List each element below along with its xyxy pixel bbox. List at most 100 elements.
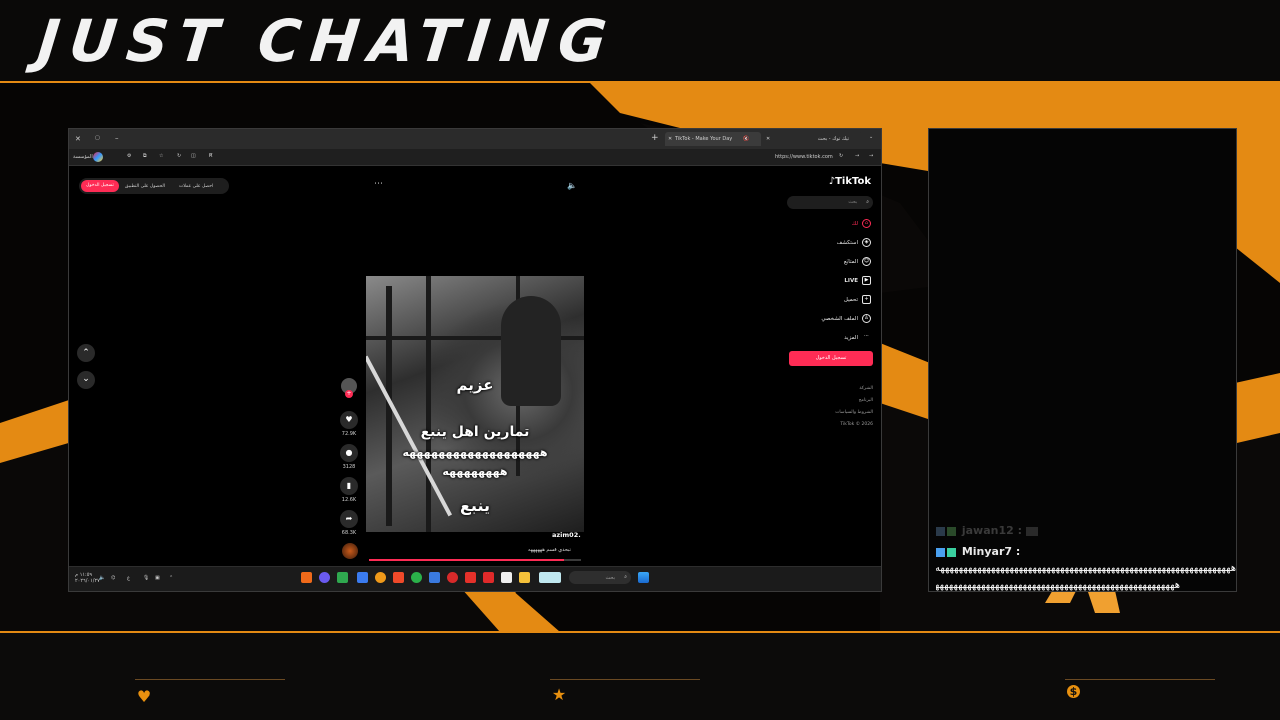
chrome-icon[interactable] (411, 572, 422, 583)
chat-message-text: هههههههههههههههههههههههههههههههههههههههه… (936, 563, 1236, 574)
bookmark-count: 12.6K (341, 497, 357, 503)
nav-upload[interactable]: تحميل + (844, 295, 871, 304)
app-icon[interactable] (375, 572, 386, 583)
tab-menu-icon[interactable]: ⌄ (869, 134, 873, 140)
tray-chevron-icon[interactable]: ⌃ (169, 575, 173, 581)
tab-label: TikTok - Make Your Day (675, 136, 733, 142)
home-icon: ⌂ (862, 219, 871, 228)
get-app-link[interactable]: الحصول على التطبيق (125, 184, 165, 189)
file-explorer-icon[interactable] (519, 572, 530, 583)
app-icon[interactable] (319, 572, 330, 583)
nav-following[interactable]: المتابَع ☺ (844, 257, 871, 266)
forward-icon[interactable]: → (855, 153, 859, 159)
more-options-icon[interactable]: ⋯ (374, 179, 383, 189)
profile-avatar[interactable] (93, 152, 103, 162)
taskbar-search-placeholder: بحث (605, 575, 615, 581)
url-field[interactable]: https://www.tiktok.com (775, 154, 833, 160)
volume-icon[interactable]: 🔈 (99, 575, 105, 581)
refresh-icon[interactable]: ↻ (177, 153, 181, 159)
bookmark-icon[interactable]: ▮ (340, 477, 358, 495)
taskbar-search[interactable]: ⌕ بحث (569, 571, 631, 584)
video-progress-track[interactable] (369, 559, 581, 561)
heart-icon[interactable]: ♥ (340, 411, 358, 429)
nav-explore[interactable]: استكشف ◈ (837, 238, 871, 247)
search-bar[interactable]: ⌕ بحث (787, 196, 873, 209)
login-button-top[interactable]: تسجيل الدخول (81, 180, 119, 192)
tab-tiktok-search[interactable]: ✕ تيك توك - بحث (763, 132, 863, 146)
tab-close-icon[interactable]: ✕ (668, 136, 672, 142)
footer-link-program[interactable]: البرنامج (859, 398, 873, 403)
tracking-icon[interactable]: ◫ (191, 153, 196, 159)
browser-tabbar: ✕ ▢ – + ✕ TikTok - Make Your Day 🔇 ✕ تيك… (69, 129, 881, 149)
video-author[interactable]: azim02. (552, 531, 581, 539)
get-coins-link[interactable]: احصل على عملات (179, 184, 213, 189)
weather-widget[interactable] (539, 572, 561, 583)
profile-label: المؤسسة (73, 154, 93, 160)
badge-icon (947, 526, 956, 536)
music-disc-icon[interactable] (342, 543, 358, 559)
comment-count: 3128 (342, 464, 356, 470)
volume-icon[interactable]: 🔈 (567, 181, 577, 190)
clock[interactable]: ١١:٥٩ م ٢٠٢٦/٠١/٢٧ (75, 572, 100, 584)
nav-profile[interactable]: الملف الشخصي ♙ (821, 314, 871, 323)
brave-icon[interactable] (301, 572, 312, 583)
new-tab-icon[interactable]: + (651, 133, 659, 143)
language-indicator[interactable]: ع (127, 575, 130, 581)
video-caption: ينبع (460, 496, 490, 515)
comment-icon[interactable]: ● (340, 444, 358, 462)
nav-label: LIVE (844, 277, 858, 284)
tray-app-icon[interactable]: ▣ (155, 575, 160, 581)
close-window-icon[interactable]: ✕ (75, 135, 81, 143)
login-button[interactable]: تسجيل الدخول (789, 351, 873, 366)
microphone-icon[interactable]: 🎙 (143, 575, 149, 581)
like-action[interactable]: ♥ 72.9K (339, 411, 359, 437)
nav-live[interactable]: LIVE ▶ (844, 276, 871, 285)
compass-icon: ◈ (862, 238, 871, 247)
search-placeholder: بحث (848, 200, 857, 205)
app-icon[interactable] (337, 572, 348, 583)
back-icon[interactable]: → (869, 153, 873, 159)
youtube-icon[interactable] (483, 572, 494, 583)
share-count: 68.3K (341, 530, 357, 536)
nav-more[interactable]: المزيد ⋯ (844, 333, 871, 342)
upload-icon: + (862, 295, 871, 304)
obs-icon[interactable] (447, 572, 458, 583)
mute-icon[interactable]: 🔇 (743, 136, 749, 142)
video-player[interactable]: عزيم تمارين اهل ينبع ههههههههههههههههههه… (366, 276, 584, 532)
read-aloud-icon[interactable]: Ꞧ (209, 153, 212, 159)
share-icon[interactable]: ➦ (340, 510, 358, 528)
nav-label: الملف الشخصي (821, 315, 858, 322)
tiktok-logo[interactable]: ♪TikTok (829, 176, 871, 187)
reload-icon[interactable]: ↻ (839, 153, 843, 159)
previous-video-button[interactable]: ⌃ (77, 344, 95, 362)
chat-message-faded: jawan12 : (936, 524, 1040, 537)
footer-rule (1065, 679, 1215, 680)
share-action[interactable]: ➦ 68.3K (339, 510, 359, 536)
app-icon[interactable] (465, 572, 476, 583)
network-icon[interactable]: ⌬ (111, 575, 115, 581)
tab-tiktok-home[interactable]: ✕ TikTok - Make Your Day 🔇 (665, 132, 761, 146)
restore-icon[interactable]: ▢ (95, 135, 100, 141)
comment-action[interactable]: ● 3128 (339, 444, 359, 470)
store-icon[interactable] (501, 572, 512, 583)
author-avatar[interactable]: + (339, 378, 359, 398)
steam-icon[interactable] (429, 572, 440, 583)
windows-start-icon[interactable] (638, 572, 649, 583)
stream-title: JUST CHATING (34, 7, 620, 75)
favorites-icon[interactable]: ☆ (159, 153, 163, 159)
extensions-icon[interactable]: ⧉ (143, 153, 147, 159)
bookmark-action[interactable]: ▮ 12.6K (339, 477, 359, 503)
settings-icon[interactable]: ⚙ (127, 153, 131, 159)
app-icon[interactable] (357, 572, 368, 583)
video-caption: تمارين اهل ينبع (420, 424, 530, 440)
video-description: تبحدي قسم ههههههه (528, 547, 571, 553)
tab-close-icon[interactable]: ✕ (766, 136, 770, 142)
footer-link-terms[interactable]: الشروط والسياسات (835, 410, 873, 415)
footer-link-company[interactable]: الشركة (859, 386, 873, 391)
minimize-icon[interactable]: – (115, 134, 119, 142)
follow-plus-icon[interactable]: + (345, 390, 353, 398)
nav-for-you[interactable]: لك ⌂ (852, 219, 871, 228)
search-icon[interactable]: ⌕ (866, 199, 869, 205)
app-icon[interactable] (393, 572, 404, 583)
next-video-button[interactable]: ⌄ (77, 371, 95, 389)
